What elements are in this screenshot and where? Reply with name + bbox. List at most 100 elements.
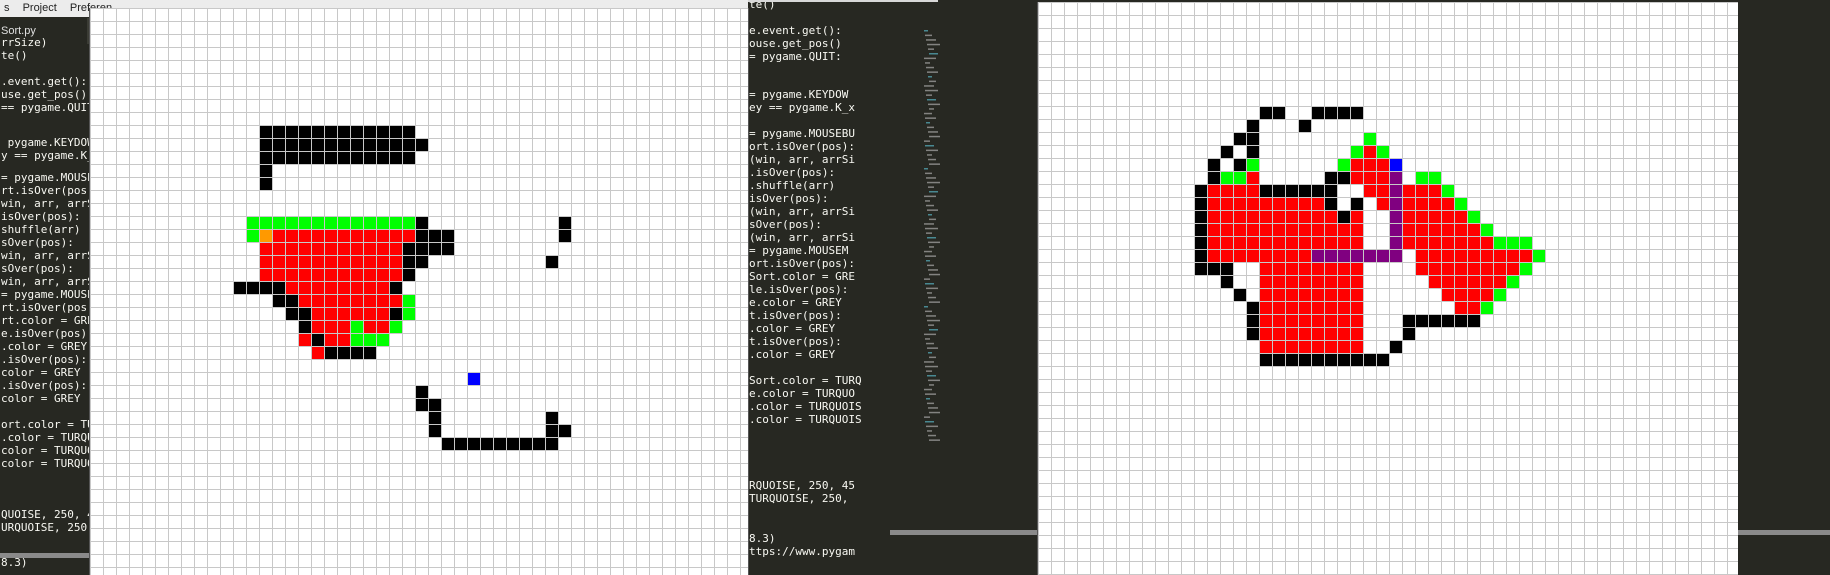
- grid-cell[interactable]: [1311, 223, 1324, 236]
- grid-cell[interactable]: [1441, 288, 1454, 301]
- grid-cell[interactable]: [1402, 223, 1415, 236]
- grid-cell[interactable]: [337, 216, 350, 229]
- code-line[interactable]: color = GREY: [1, 392, 80, 406]
- code-line[interactable]: (win, arr, arrSi: [749, 153, 855, 167]
- grid-cell[interactable]: [1311, 184, 1324, 197]
- grid-cell[interactable]: [467, 372, 480, 385]
- grid-cell[interactable]: [1324, 197, 1337, 210]
- grid-cell[interactable]: [1389, 171, 1402, 184]
- grid-cell[interactable]: [272, 268, 285, 281]
- grid-cell[interactable]: [324, 216, 337, 229]
- code-line[interactable]: sOver(pos):: [1, 262, 74, 276]
- code-line[interactable]: e.color = GREY: [749, 296, 842, 310]
- grid-cell[interactable]: [1272, 236, 1285, 249]
- code-line[interactable]: .isOver(pos):: [1, 353, 87, 367]
- code-line[interactable]: ttps://www.pygam: [749, 545, 855, 559]
- grid-cell[interactable]: [1324, 171, 1337, 184]
- grid-cell[interactable]: [311, 216, 324, 229]
- grid-cell[interactable]: [1272, 288, 1285, 301]
- grid-cell[interactable]: [311, 229, 324, 242]
- grid-cell[interactable]: [1298, 275, 1311, 288]
- grid-cell[interactable]: [1467, 249, 1480, 262]
- grid-cell[interactable]: [1259, 106, 1272, 119]
- grid-cell[interactable]: [1311, 327, 1324, 340]
- grid-cell[interactable]: [1207, 184, 1220, 197]
- grid-cell[interactable]: [1467, 275, 1480, 288]
- grid-cell[interactable]: [285, 255, 298, 268]
- grid-cell[interactable]: [350, 307, 363, 320]
- grid-cell[interactable]: [1233, 132, 1246, 145]
- grid-cell[interactable]: [1311, 353, 1324, 366]
- code-line[interactable]: isOver(pos):: [749, 192, 828, 206]
- grid-cell[interactable]: [324, 307, 337, 320]
- code-line[interactable]: .color = TURQUOIS: [749, 413, 862, 427]
- grid-cell[interactable]: [1233, 236, 1246, 249]
- grid-cell[interactable]: [389, 242, 402, 255]
- grid-cell[interactable]: [389, 216, 402, 229]
- grid-cell[interactable]: [454, 437, 467, 450]
- grid-cell[interactable]: [350, 320, 363, 333]
- grid-cell[interactable]: [1233, 210, 1246, 223]
- grid-cell[interactable]: [1506, 236, 1519, 249]
- grid-cell[interactable]: [519, 437, 532, 450]
- grid-cell[interactable]: [1402, 197, 1415, 210]
- grid-cell[interactable]: [1272, 353, 1285, 366]
- grid-cell[interactable]: [1285, 236, 1298, 249]
- grid-cell[interactable]: [311, 255, 324, 268]
- grid-cell[interactable]: [493, 437, 506, 450]
- grid-cell[interactable]: [363, 151, 376, 164]
- grid-cell[interactable]: [272, 125, 285, 138]
- grid-cell[interactable]: [285, 281, 298, 294]
- grid-cell[interactable]: [272, 281, 285, 294]
- code-line[interactable]: te(): [1, 49, 28, 63]
- grid-cell[interactable]: [1259, 353, 1272, 366]
- grid-cell[interactable]: [1298, 184, 1311, 197]
- grid-cell[interactable]: [1506, 249, 1519, 262]
- grid-cell[interactable]: [1246, 301, 1259, 314]
- grid-cell[interactable]: [1467, 210, 1480, 223]
- grid-cell[interactable]: [1454, 262, 1467, 275]
- grid-cell[interactable]: [1207, 158, 1220, 171]
- grid-cell[interactable]: [350, 151, 363, 164]
- grid-cell[interactable]: [363, 125, 376, 138]
- grid-cell[interactable]: [1480, 275, 1493, 288]
- grid-cell[interactable]: [259, 229, 272, 242]
- grid-cell[interactable]: [506, 437, 519, 450]
- grid-cell[interactable]: [298, 281, 311, 294]
- grid-cell[interactable]: [337, 307, 350, 320]
- grid-cell[interactable]: [1246, 327, 1259, 340]
- grid-cell[interactable]: [402, 294, 415, 307]
- code-line[interactable]: .isOver(pos):: [1, 379, 87, 393]
- grid-cell[interactable]: [337, 268, 350, 281]
- grid-cell[interactable]: [1324, 223, 1337, 236]
- grid-cell[interactable]: [324, 242, 337, 255]
- grid-cell[interactable]: [1376, 145, 1389, 158]
- grid-cell[interactable]: [1350, 314, 1363, 327]
- grid-cell[interactable]: [1441, 210, 1454, 223]
- grid-cell[interactable]: [1363, 132, 1376, 145]
- grid-cell[interactable]: [1194, 262, 1207, 275]
- grid-cell[interactable]: [1311, 275, 1324, 288]
- grid-cell[interactable]: [1454, 210, 1467, 223]
- grid-cell[interactable]: [1324, 249, 1337, 262]
- code-line[interactable]: rt.isOver(pos):: [1, 184, 100, 198]
- grid-canvas-1[interactable]: [90, 8, 748, 575]
- grid-cell[interactable]: [298, 242, 311, 255]
- grid-cell[interactable]: [1246, 184, 1259, 197]
- grid-cell[interactable]: [246, 229, 259, 242]
- grid-cell[interactable]: [1246, 314, 1259, 327]
- grid-cell[interactable]: [1337, 249, 1350, 262]
- grid-cell[interactable]: [415, 216, 428, 229]
- grid-cell[interactable]: [1259, 314, 1272, 327]
- grid-cell[interactable]: [1298, 249, 1311, 262]
- grid-cell[interactable]: [1350, 197, 1363, 210]
- grid-cell[interactable]: [1480, 301, 1493, 314]
- grid-cell[interactable]: [1324, 236, 1337, 249]
- grid-cell[interactable]: [389, 307, 402, 320]
- code-line[interactable]: ey == pygame.K_x: [749, 101, 855, 115]
- grid-cell[interactable]: [350, 294, 363, 307]
- grid-cell[interactable]: [1272, 340, 1285, 353]
- grid-cell[interactable]: [1480, 288, 1493, 301]
- grid-cell[interactable]: [298, 229, 311, 242]
- grid-cell[interactable]: [337, 333, 350, 346]
